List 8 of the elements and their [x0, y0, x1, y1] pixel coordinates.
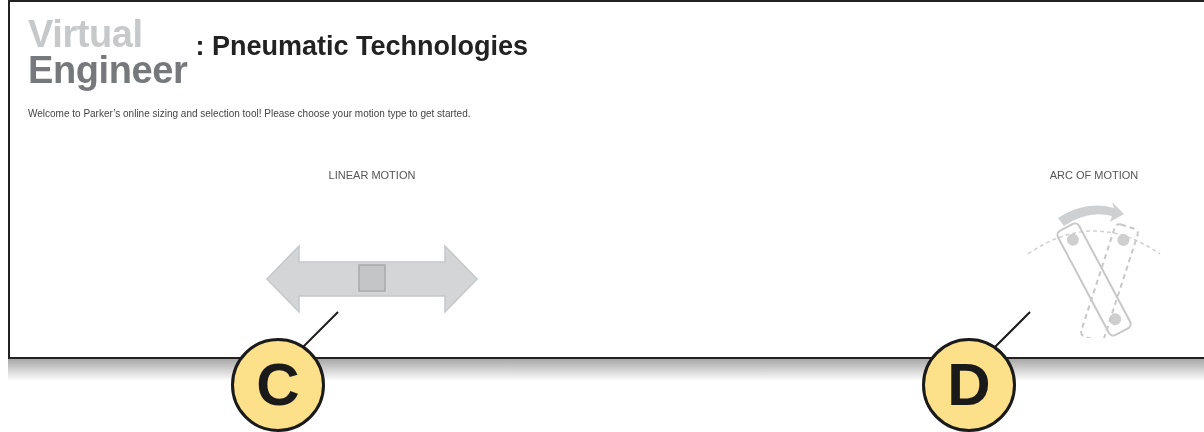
- logo-text: Virtual: [28, 16, 144, 53]
- callout-badge: D: [922, 338, 1016, 432]
- motion-type-label[interactable]: LINEAR MOTION: [328, 167, 416, 184]
- welcome-text: Welcome to Parker’s online sizing and selection tool! Please choose your motion type to get started.: [27, 107, 472, 122]
- logo-text: Engineer: [28, 52, 188, 89]
- page-title: : Pneumatic Technologies: [195, 29, 528, 63]
- callout-badge: C: [231, 338, 325, 432]
- motion-type-label[interactable]: ARC OF MOTION: [1049, 167, 1139, 184]
